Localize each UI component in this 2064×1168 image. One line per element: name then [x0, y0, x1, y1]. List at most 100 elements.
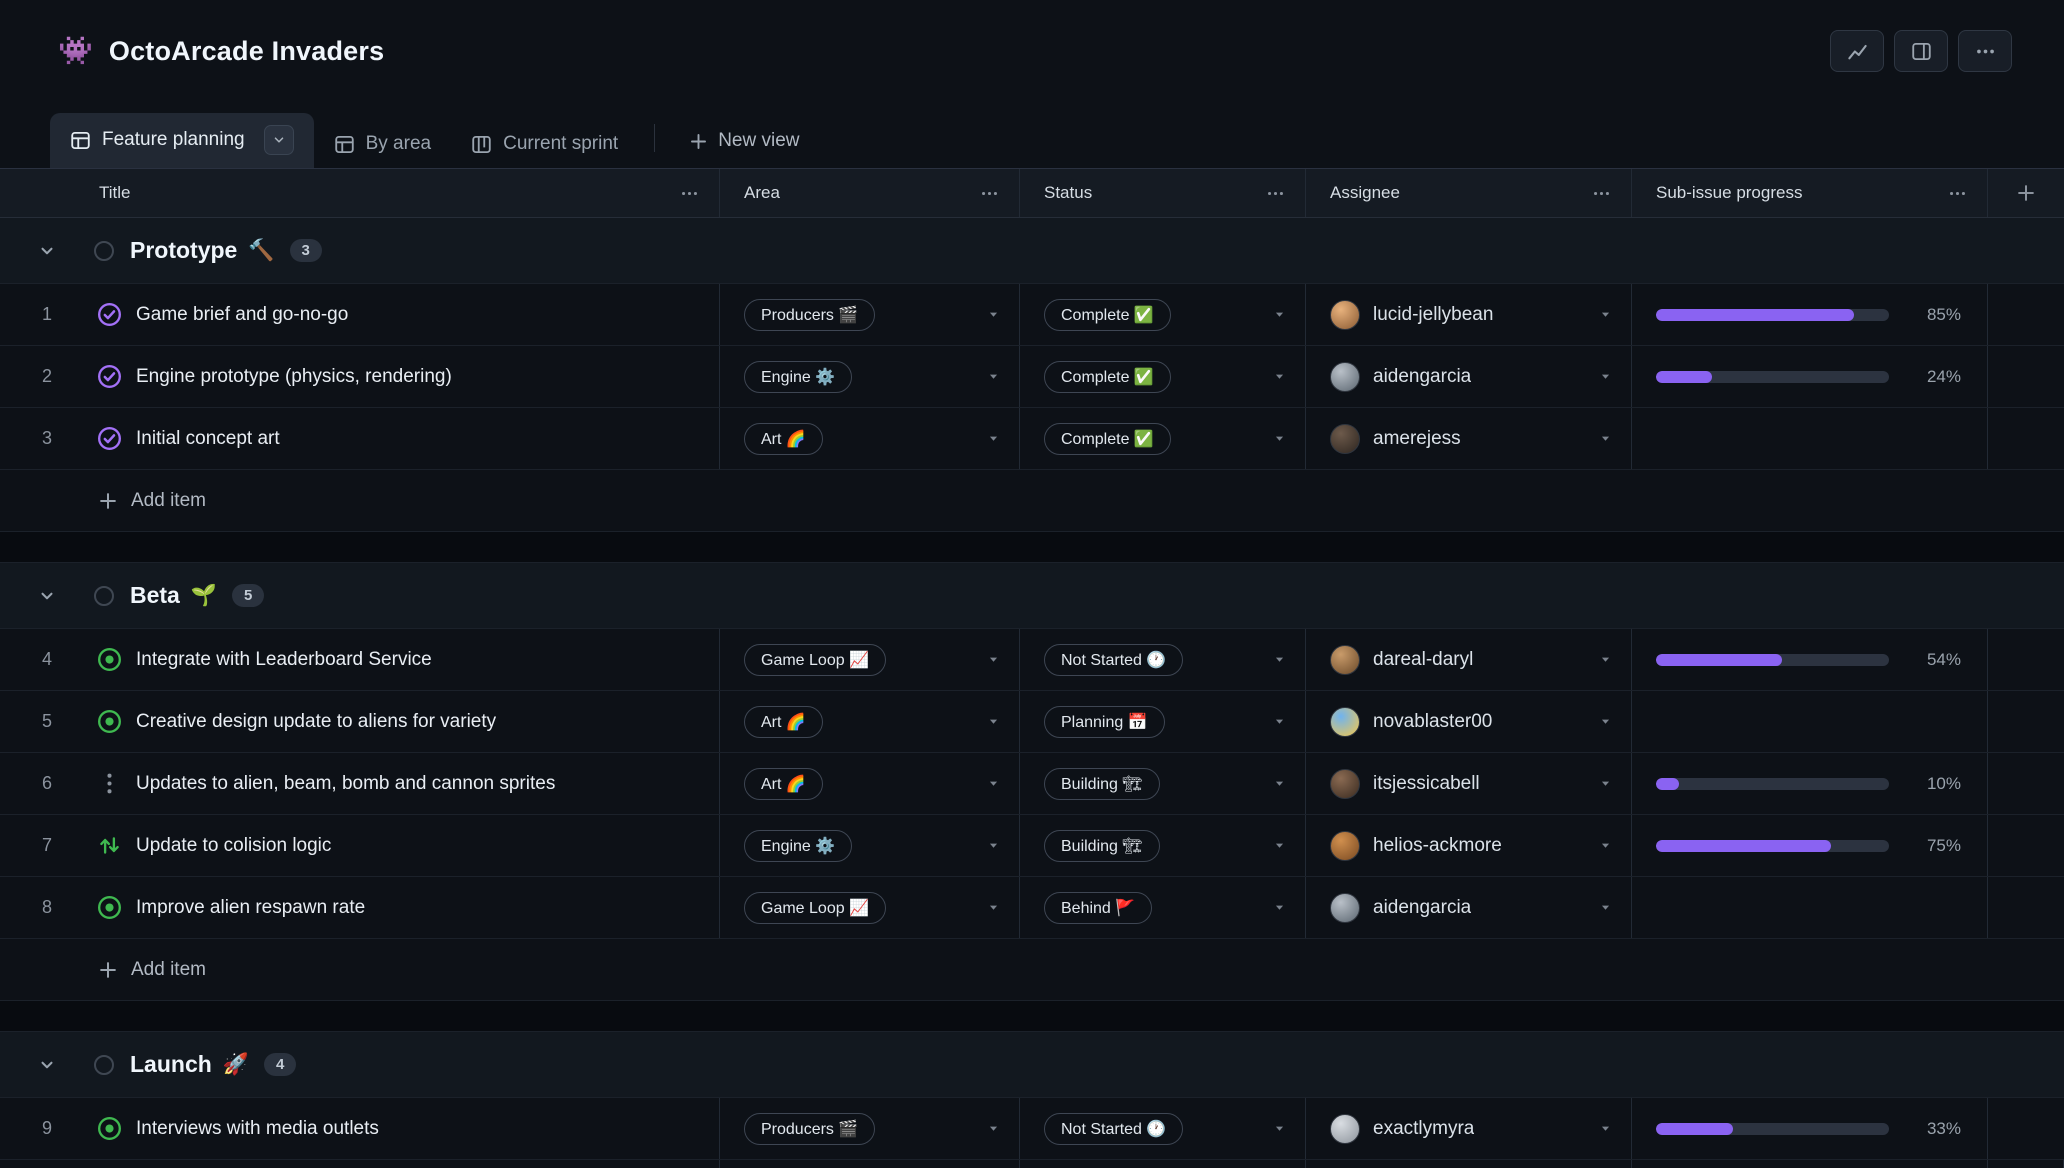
area-pill[interactable]: Game Loop 📈 [744, 892, 886, 924]
chevron-down-icon[interactable] [1598, 307, 1613, 322]
group-header[interactable]: Beta🌱5 [0, 563, 2064, 629]
table-row[interactable] [0, 1160, 2064, 1168]
new-view-button[interactable]: New view [671, 118, 817, 168]
status-pill[interactable]: Complete ✅ [1044, 423, 1171, 455]
add-item-button[interactable]: Add item [0, 939, 2064, 1001]
more-options-button[interactable] [1958, 30, 2012, 72]
area-pill[interactable]: Art 🌈 [744, 706, 823, 738]
chevron-down-icon[interactable] [986, 838, 1001, 853]
chevron-down-icon[interactable] [1272, 431, 1287, 446]
assignee-login[interactable]: exactlymyra [1373, 1118, 1474, 1140]
issue-title[interactable]: Improve alien respawn rate [136, 897, 365, 919]
chevron-down-icon[interactable] [986, 369, 1001, 384]
group-header[interactable]: Prototype🔨3 [0, 218, 2064, 284]
table-row[interactable]: 6Updates to alien, beam, bomb and cannon… [0, 753, 2064, 815]
chevron-down-icon[interactable] [0, 1056, 94, 1074]
chevron-down-icon[interactable] [986, 714, 1001, 729]
side-panel-button[interactable] [1894, 30, 1948, 72]
area-pill[interactable]: Art 🌈 [744, 768, 823, 800]
chevron-down-icon[interactable] [1598, 900, 1613, 915]
chevron-down-icon[interactable] [986, 431, 1001, 446]
issue-title[interactable]: Initial concept art [136, 428, 280, 450]
status-pill[interactable]: Building 🏗 [1044, 830, 1160, 862]
title-cell: 9Interviews with media outlets [0, 1098, 720, 1159]
chevron-down-icon[interactable] [1272, 838, 1287, 853]
status-pill[interactable]: Behind 🚩 [1044, 892, 1152, 924]
chevron-down-icon[interactable] [1272, 900, 1287, 915]
insights-button[interactable] [1830, 30, 1884, 72]
assignee-login[interactable]: aidengarcia [1373, 897, 1471, 919]
area-pill[interactable]: Engine ⚙️ [744, 830, 852, 862]
column-menu-button[interactable] [1946, 182, 1969, 205]
tab-feature-planning[interactable]: Feature planning [50, 113, 314, 168]
table-row[interactable]: 5Creative design update to aliens for va… [0, 691, 2064, 753]
chevron-down-icon[interactable] [1598, 431, 1613, 446]
area-pill[interactable]: Engine ⚙️ [744, 361, 852, 393]
table-row[interactable]: 2Engine prototype (physics, rendering)En… [0, 346, 2064, 408]
chevron-down-icon[interactable] [1598, 369, 1613, 384]
assignee-login[interactable]: lucid-jellybean [1373, 304, 1493, 326]
chevron-down-icon[interactable] [1598, 838, 1613, 853]
issue-title[interactable]: Updates to alien, beam, bomb and cannon … [136, 773, 555, 795]
table-row[interactable]: 3Initial concept artArt 🌈Complete ✅amere… [0, 408, 2064, 470]
status-pill[interactable]: Complete ✅ [1044, 299, 1171, 331]
column-menu-button[interactable] [978, 182, 1001, 205]
column-menu-button[interactable] [1264, 182, 1287, 205]
tab-current-sprint[interactable]: Current sprint [451, 121, 638, 168]
chevron-down-icon[interactable] [1272, 369, 1287, 384]
status-pill[interactable]: Complete ✅ [1044, 361, 1171, 393]
table-row[interactable]: 1Game brief and go-no-goProducers 🎬Compl… [0, 284, 2064, 346]
column-menu-button[interactable] [1590, 182, 1613, 205]
assignee-login[interactable]: amerejess [1373, 428, 1461, 450]
chevron-down-icon[interactable] [1272, 714, 1287, 729]
assignee-login[interactable]: dareal-daryl [1373, 649, 1473, 671]
add-item-button[interactable]: Add item [0, 470, 2064, 532]
issue-title[interactable]: Engine prototype (physics, rendering) [136, 366, 452, 388]
status-pill[interactable]: Not Started 🕐 [1044, 1113, 1183, 1145]
chevron-down-icon[interactable] [986, 776, 1001, 791]
issue-title[interactable]: Game brief and go-no-go [136, 304, 348, 326]
area-pill[interactable]: Art 🌈 [744, 423, 823, 455]
chevron-down-icon[interactable] [986, 652, 1001, 667]
table-row[interactable]: 8Improve alien respawn rateGame Loop 📈Be… [0, 877, 2064, 939]
issue-title[interactable]: Interviews with media outlets [136, 1118, 379, 1140]
chevron-down-icon[interactable] [1598, 776, 1613, 791]
view-menu-button[interactable] [264, 125, 294, 155]
assignee-login[interactable]: helios-ackmore [1373, 835, 1502, 857]
chevron-down-icon[interactable] [1272, 776, 1287, 791]
add-column-button[interactable] [2012, 179, 2040, 207]
area-cell: Game Loop 📈 [720, 877, 1020, 938]
chevron-down-icon[interactable] [1598, 714, 1613, 729]
project-board: 👾 OctoArcade Invaders Feature planning [0, 0, 2064, 1168]
area-pill[interactable]: Game Loop 📈 [744, 644, 886, 676]
chevron-down-icon[interactable] [1598, 652, 1613, 667]
chevron-down-icon[interactable] [1272, 652, 1287, 667]
chevron-down-icon[interactable] [1272, 307, 1287, 322]
area-pill[interactable]: Producers 🎬 [744, 299, 875, 331]
column-menu-button[interactable] [678, 182, 701, 205]
tab-by-area[interactable]: By area [314, 121, 451, 168]
chevron-down-icon[interactable] [0, 242, 94, 260]
chevron-down-icon[interactable] [0, 587, 94, 605]
status-pill[interactable]: Planning 📅 [1044, 706, 1165, 738]
issue-title[interactable]: Update to colision logic [136, 835, 331, 857]
chevron-down-icon[interactable] [986, 1121, 1001, 1136]
chevron-down-icon[interactable] [1272, 1121, 1287, 1136]
group-header[interactable]: Launch🚀4 [0, 1032, 2064, 1098]
assignee-login[interactable]: novablaster00 [1373, 711, 1492, 733]
table-row[interactable]: 9Interviews with media outlets Producers … [0, 1098, 2064, 1160]
assignee-login[interactable]: itsjessicabell [1373, 773, 1480, 795]
kebab-icon [1948, 184, 1967, 203]
issue-title[interactable]: Integrate with Leaderboard Service [136, 649, 432, 671]
table-row[interactable]: 7Update to colision logicEngine ⚙️Buildi… [0, 815, 2064, 877]
area-pill[interactable]: Producers 🎬 [744, 1113, 875, 1145]
chevron-down-icon[interactable] [986, 900, 1001, 915]
status-pill[interactable]: Building 🏗 [1044, 768, 1160, 800]
status-pill[interactable]: Not Started 🕐 [1044, 644, 1183, 676]
chevron-down-icon[interactable] [1598, 1121, 1613, 1136]
assignee-login[interactable]: aidengarcia [1373, 366, 1471, 388]
table-row[interactable]: 4Integrate with Leaderboard ServiceGame … [0, 629, 2064, 691]
group-gap [0, 1001, 2064, 1032]
issue-title[interactable]: Creative design update to aliens for var… [136, 711, 496, 733]
chevron-down-icon[interactable] [986, 307, 1001, 322]
